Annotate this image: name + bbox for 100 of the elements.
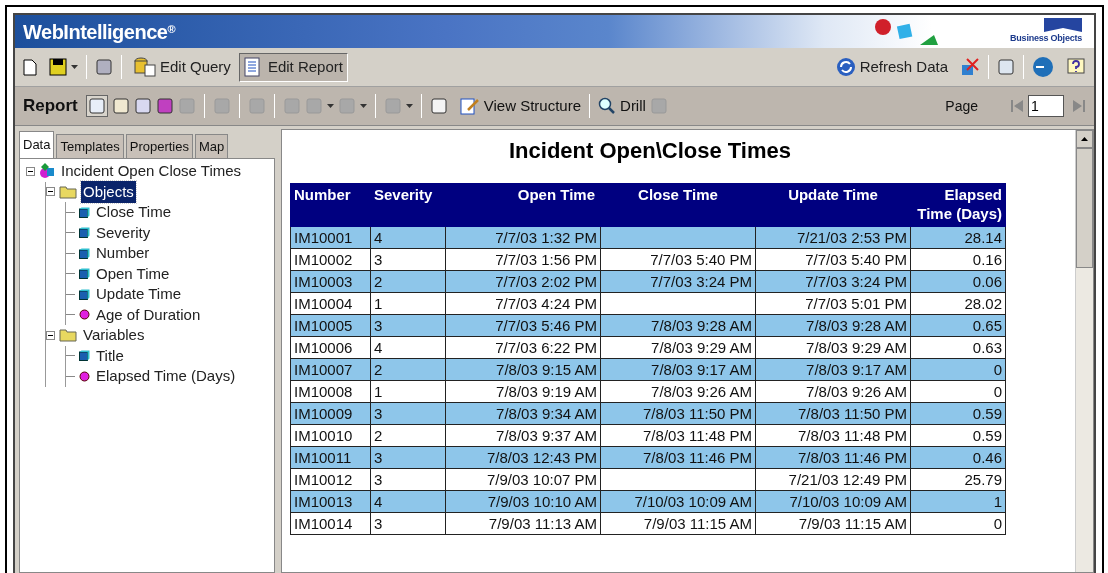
tree-item[interactable]: Age of Duration <box>94 303 203 326</box>
edit-report-button[interactable]: Edit Report <box>238 52 348 82</box>
panel-tab[interactable]: Properties <box>125 134 193 158</box>
table-cell: 7/7/03 4:24 PM <box>445 292 601 315</box>
tree-item[interactable]: Title <box>94 344 126 367</box>
table-cell: 3 <box>370 248 446 271</box>
table-cell: 7/9/03 11:13 AM <box>445 512 601 535</box>
database-icon <box>134 57 156 77</box>
table-cell: 2 <box>370 424 446 447</box>
column-header: Close Time <box>600 183 756 227</box>
question-mark-icon[interactable] <box>1066 57 1086 77</box>
scrollbar[interactable] <box>1075 130 1093 572</box>
tree-item[interactable]: Number <box>94 242 152 265</box>
table-cell: IM10002 <box>290 248 371 271</box>
table-cell: 7/7/03 2:02 PM <box>445 270 601 293</box>
panel-tab[interactable]: Data <box>19 131 55 158</box>
document-icon <box>243 57 260 77</box>
table-cell: 0.59 <box>910 402 1006 425</box>
table-cell: 7/8/03 11:50 PM <box>600 402 756 425</box>
page-label: Page <box>945 96 978 116</box>
tree-item[interactable]: Update Time <box>94 283 184 306</box>
table-cell: IM10014 <box>290 512 371 535</box>
view-structure-button[interactable]: View Structure <box>459 94 582 118</box>
column-header: Severity <box>370 183 446 227</box>
caret-icon[interactable] <box>71 65 78 69</box>
universe-icon <box>39 163 55 180</box>
collapse-toggle[interactable] <box>46 330 55 340</box>
table-cell: IM10008 <box>290 380 371 403</box>
page-field[interactable]: 1 <box>1028 95 1064 117</box>
table-cell: 0.59 <box>910 424 1006 447</box>
table-cell: 0 <box>910 358 1006 381</box>
new-document-icon[interactable] <box>23 58 37 76</box>
table-cell: IM10011 <box>290 446 371 469</box>
table-cell: 1 <box>370 380 446 403</box>
table-cell: IM10005 <box>290 314 371 337</box>
report-title: Incident Open\Close Times <box>508 137 792 165</box>
collapse-toggle[interactable] <box>46 187 55 197</box>
table-cell: 4 <box>370 336 446 359</box>
table-cell: 3 <box>370 512 446 535</box>
drill-button[interactable]: Drill <box>598 94 646 118</box>
table-cell: 7/21/03 12:49 PM <box>755 468 911 491</box>
table-cell: 7/7/03 5:40 PM <box>755 248 911 271</box>
table-cell: 0.16 <box>910 248 1006 271</box>
panel-tab[interactable]: Map <box>194 134 229 158</box>
table-cell: 3 <box>370 468 446 491</box>
panel-tab[interactable]: Templates <box>56 134 124 158</box>
scroll-up-icon[interactable] <box>1081 137 1088 141</box>
table-cell: 7/7/03 3:24 PM <box>600 270 756 293</box>
table-cell: IM10012 <box>290 468 371 491</box>
table-cell: 7/8/03 11:48 PM <box>600 424 756 447</box>
cube-icon <box>79 350 90 362</box>
table-cell: IM10010 <box>290 424 371 447</box>
table-cell: 28.14 <box>910 226 1006 249</box>
caret-icon[interactable] <box>405 104 413 108</box>
table-cell: 7/8/03 9:29 AM <box>600 336 756 359</box>
table-cell: 7/8/03 11:46 PM <box>755 446 911 469</box>
table-cell: 7/8/03 9:28 AM <box>600 314 756 337</box>
tree-item[interactable]: Elapsed Time (Days) <box>94 365 238 388</box>
table-cell: 7/8/03 9:26 AM <box>755 380 911 403</box>
table-cell: 25.79 <box>910 468 1006 491</box>
table-cell: 7/8/03 9:15 AM <box>445 358 601 381</box>
tree-item[interactable]: Open Time <box>94 262 172 285</box>
table-cell: 7/9/03 10:07 PM <box>445 468 601 491</box>
tree-item[interactable]: Severity <box>94 221 153 244</box>
table-cell: 0.06 <box>910 270 1006 293</box>
table-cell: 7/7/03 5:46 PM <box>445 314 601 337</box>
table-cell: 0 <box>910 380 1006 403</box>
flag-logo-icon <box>1044 17 1082 32</box>
table-cell: IM10006 <box>290 336 371 359</box>
table-cell: 3 <box>370 402 446 425</box>
caret-icon[interactable] <box>326 104 334 108</box>
tree-item[interactable]: Variables <box>81 324 147 347</box>
table-cell: 0 <box>910 512 1006 535</box>
table-cell: 7/7/03 1:32 PM <box>445 226 601 249</box>
caret-icon[interactable] <box>359 104 367 108</box>
cube-icon <box>79 227 90 239</box>
tree-item[interactable]: Objects <box>81 180 136 203</box>
table-cell: IM10001 <box>290 226 371 249</box>
table-cell: 7/8/03 9:19 AM <box>445 380 601 403</box>
table-cell: 7/10/03 10:09 AM <box>600 490 756 513</box>
table-cell: 3 <box>370 314 446 337</box>
column-header: Open Time <box>445 183 601 227</box>
edit-query-button[interactable]: Edit Query <box>130 52 235 82</box>
table-cell: 7/8/03 11:48 PM <box>755 424 911 447</box>
table-cell: 4 <box>370 226 446 249</box>
tree-item[interactable]: Incident Open Close Times <box>59 160 244 183</box>
cube-icon <box>79 268 90 280</box>
table-cell: 7/8/03 9:37 AM <box>445 424 601 447</box>
table-cell: 7/7/03 5:40 PM <box>600 248 756 271</box>
tree-item[interactable]: Close Time <box>94 201 174 224</box>
table-cell: 7/8/03 11:50 PM <box>755 402 911 425</box>
table-cell: 7/8/03 12:43 PM <box>445 446 601 469</box>
folder-icon <box>59 184 77 199</box>
refresh-data-button[interactable]: Refresh Data <box>835 55 948 79</box>
collapse-toggle[interactable] <box>26 166 35 176</box>
table-cell: 7/8/03 9:17 AM <box>755 358 911 381</box>
cube-icon <box>79 288 90 300</box>
table-cell: 7/9/03 11:15 AM <box>600 512 756 535</box>
pencil-document-icon <box>459 97 480 115</box>
table-cell: 7/8/03 9:17 AM <box>600 358 756 381</box>
